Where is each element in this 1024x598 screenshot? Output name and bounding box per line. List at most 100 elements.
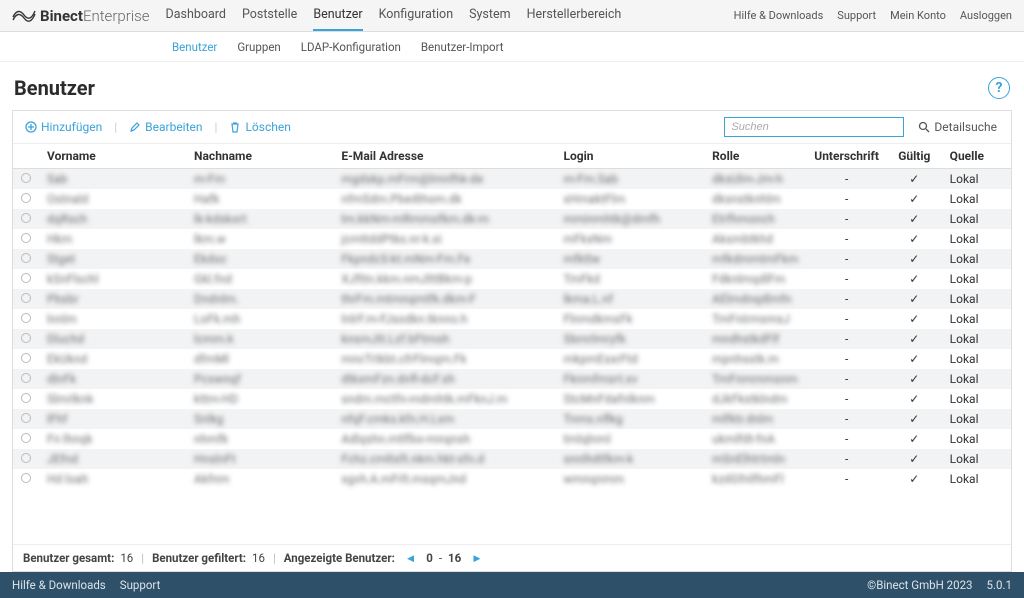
table-header-row: Vorname Nachname E-Mail Adresse Login Ro… bbox=[13, 144, 1011, 169]
link-my-account[interactable]: Mein Konto bbox=[890, 9, 946, 22]
row-radio[interactable] bbox=[21, 193, 31, 203]
col-select bbox=[13, 144, 39, 169]
nav-system[interactable]: System bbox=[469, 0, 510, 31]
user-table: Vorname Nachname E-Mail Adresse Login Ro… bbox=[13, 144, 1011, 489]
table-row[interactable]: Hd loahAkfnmsgvh.A.mFrlt.msqmJndwmnqnmmk… bbox=[13, 469, 1011, 489]
delete-button[interactable]: Löschen bbox=[225, 118, 294, 136]
cell-gueltig: ✓ bbox=[887, 209, 942, 229]
cell-rolle: mfkdmmtmFkm bbox=[704, 249, 806, 269]
cell-gueltig: ✓ bbox=[887, 229, 942, 249]
table-row[interactable]: JEfndHnslnFtFchz.cmltsft.nkm.hkt-sfn.dsn… bbox=[13, 449, 1011, 469]
link-support[interactable]: Support bbox=[837, 9, 876, 22]
footer-right: ©Binect GmbH 2023 5.0.1 bbox=[867, 578, 1012, 592]
row-radio[interactable] bbox=[21, 473, 31, 483]
table-row[interactable]: Dluchdlcmm.kknsmJtt.Lzf.bFtmohSbrnrlmryf… bbox=[13, 329, 1011, 349]
add-button[interactable]: Hinzufügen bbox=[21, 118, 106, 136]
search-input[interactable] bbox=[724, 117, 904, 137]
footer-help[interactable]: Hilfe & Downloads bbox=[12, 578, 106, 592]
table-row[interactable]: lFhfSnlkgnfqF.cmks.kfn.H.LxmTnms.nflkgml… bbox=[13, 409, 1011, 429]
cell-quelle: Lokal bbox=[942, 229, 1011, 249]
cell-login: xHmaktFlm bbox=[555, 189, 704, 209]
nav-poststelle[interactable]: Poststelle bbox=[242, 0, 297, 31]
footer-support[interactable]: Support bbox=[120, 578, 161, 592]
cell-login: FlnmdkmsFk bbox=[555, 309, 704, 329]
row-radio[interactable] bbox=[21, 273, 31, 283]
page-prev-button[interactable]: ◄ bbox=[401, 551, 420, 565]
delete-button-label: Löschen bbox=[245, 120, 290, 134]
row-radio[interactable] bbox=[21, 233, 31, 243]
top-bar-right: Hilfe & Downloads Support Mein Konto Aus… bbox=[734, 9, 1012, 22]
footer: Hilfe & Downloads Support ©Binect GmbH 2… bbox=[0, 572, 1024, 598]
cell-rolle: Etrfhmonch bbox=[704, 209, 806, 229]
subnav-gruppen[interactable]: Gruppen bbox=[237, 40, 280, 54]
cell-unterschrift: - bbox=[806, 249, 887, 269]
plus-icon bbox=[25, 121, 37, 133]
nav-dashboard[interactable]: Dashboard bbox=[165, 0, 225, 31]
table-row[interactable]: OstnaldHafknfmSdm.Pbedthom.dkxHmaktFlmdk… bbox=[13, 189, 1011, 209]
nav-herstellerbereich[interactable]: Herstellerbereich bbox=[527, 0, 622, 31]
cell-gueltig: ✓ bbox=[887, 309, 942, 329]
row-radio[interactable] bbox=[21, 453, 31, 463]
col-email[interactable]: E-Mail Adresse bbox=[333, 144, 555, 169]
col-unterschrift[interactable]: Unterschrift bbox=[806, 144, 887, 169]
cell-quelle: Lokal bbox=[942, 329, 1011, 349]
nav-benutzer[interactable]: Benutzer bbox=[313, 0, 362, 31]
subnav-import[interactable]: Benutzer-Import bbox=[421, 40, 504, 54]
cell-nachname: lkm.w bbox=[186, 229, 333, 249]
cell-nachname: Ekdoc bbox=[186, 249, 333, 269]
edit-button-label: Bearbeiten bbox=[145, 120, 202, 134]
table-row[interactable]: EkUknddfmMlmncTrIkbt.cfrFlmqm.FkmkpmEsxr… bbox=[13, 349, 1011, 369]
col-login[interactable]: Login bbox=[555, 144, 704, 169]
row-radio[interactable] bbox=[21, 373, 31, 383]
table-row[interactable]: PbsbrDndnlm.thrFm.mtmnqmtfk.dkm-Flkma.L.… bbox=[13, 289, 1011, 309]
table-row[interactable]: dqRschlk-kdskortlm.kkNm-mRmmofkm.dk-mmmi… bbox=[13, 209, 1011, 229]
cell-login: mFkxNm bbox=[555, 229, 704, 249]
edit-button[interactable]: Bearbeiten bbox=[125, 118, 206, 136]
table-row[interactable]: kSnFlschlGkl.fndXJfttn.kkm.nmJlttBkm-pTm… bbox=[13, 269, 1011, 289]
col-vorname[interactable]: Vorname bbox=[39, 144, 186, 169]
cell-vorname: Pbsbr bbox=[39, 289, 186, 309]
cell-quelle: Lokal bbox=[942, 309, 1011, 329]
row-radio[interactable] bbox=[21, 313, 31, 323]
col-rolle[interactable]: Rolle bbox=[704, 144, 806, 169]
toolbar-separator: | bbox=[114, 120, 117, 134]
row-radio[interactable] bbox=[21, 413, 31, 423]
subnav-ldap[interactable]: LDAP-Konfiguration bbox=[301, 40, 401, 54]
row-radio[interactable] bbox=[21, 173, 31, 183]
detail-search-button[interactable]: Detailsuche bbox=[912, 118, 1003, 136]
table-row[interactable]: StgetEkdocFkpndcS-kt.mNm-Fm.Femfktlwmfkd… bbox=[13, 249, 1011, 269]
col-gueltig[interactable]: Gültig bbox=[887, 144, 942, 169]
page-next-button[interactable]: ► bbox=[467, 551, 486, 565]
cell-quelle: Lokal bbox=[942, 169, 1011, 190]
table-row[interactable]: Slmrlknkkttm-HDsndm.mctfn-mdmhtk.mFknJ.m… bbox=[13, 389, 1011, 409]
row-radio[interactable] bbox=[21, 393, 31, 403]
link-help-downloads[interactable]: Hilfe & Downloads bbox=[734, 9, 824, 22]
link-logout[interactable]: Ausloggen bbox=[960, 9, 1012, 22]
row-radio[interactable] bbox=[21, 433, 31, 443]
table-row[interactable]: Sabm-Fmmgdskp.mFrm@lmnfhk-dem-Fm.SabdksU… bbox=[13, 169, 1011, 190]
subnav-benutzer[interactable]: Benutzer bbox=[172, 40, 217, 54]
col-quelle[interactable]: Quelle bbox=[942, 144, 1011, 169]
cell-unterschrift: - bbox=[806, 329, 887, 349]
row-radio[interactable] bbox=[21, 213, 31, 223]
row-radio[interactable] bbox=[21, 353, 31, 363]
row-radio[interactable] bbox=[21, 253, 31, 263]
nav-konfiguration[interactable]: Konfiguration bbox=[379, 0, 454, 31]
cell-nachname: Akfnm bbox=[186, 469, 333, 489]
row-radio[interactable] bbox=[21, 293, 31, 303]
table-row[interactable]: Fn lhnqknhmfkAdlqshn.mtlfbo-mnqnshtmlqln… bbox=[13, 429, 1011, 449]
col-nachname[interactable]: Nachname bbox=[186, 144, 333, 169]
brand-logo[interactable]: BinectEnterprise bbox=[12, 7, 149, 25]
status-total-label: Benutzer gesamt: bbox=[23, 551, 114, 565]
table-row[interactable]: Hkmlkm.wjcmttddPtkx.nr-k.simFkxNmAksmbtk… bbox=[13, 229, 1011, 249]
cell-nachname: LoFk.mh bbox=[186, 309, 333, 329]
cell-quelle: Lokal bbox=[942, 389, 1011, 409]
row-radio[interactable] bbox=[21, 333, 31, 343]
status-to: 16 bbox=[448, 551, 461, 565]
detail-search-label: Detailsuche bbox=[934, 120, 997, 134]
cell-rolle: Aksmbtkhd bbox=[704, 229, 806, 249]
table-row[interactable]: lnnlmLoFk.mhlnlrF.m-FJsodkn.tknno.hFlnmd… bbox=[13, 309, 1011, 329]
cell-vorname: kSnFlschl bbox=[39, 269, 186, 289]
help-icon[interactable]: ? bbox=[988, 77, 1010, 99]
table-row[interactable]: dlnFkPcswnqfdtkxmFzn.dnfl-dcF.shFknmfmsr… bbox=[13, 369, 1011, 389]
